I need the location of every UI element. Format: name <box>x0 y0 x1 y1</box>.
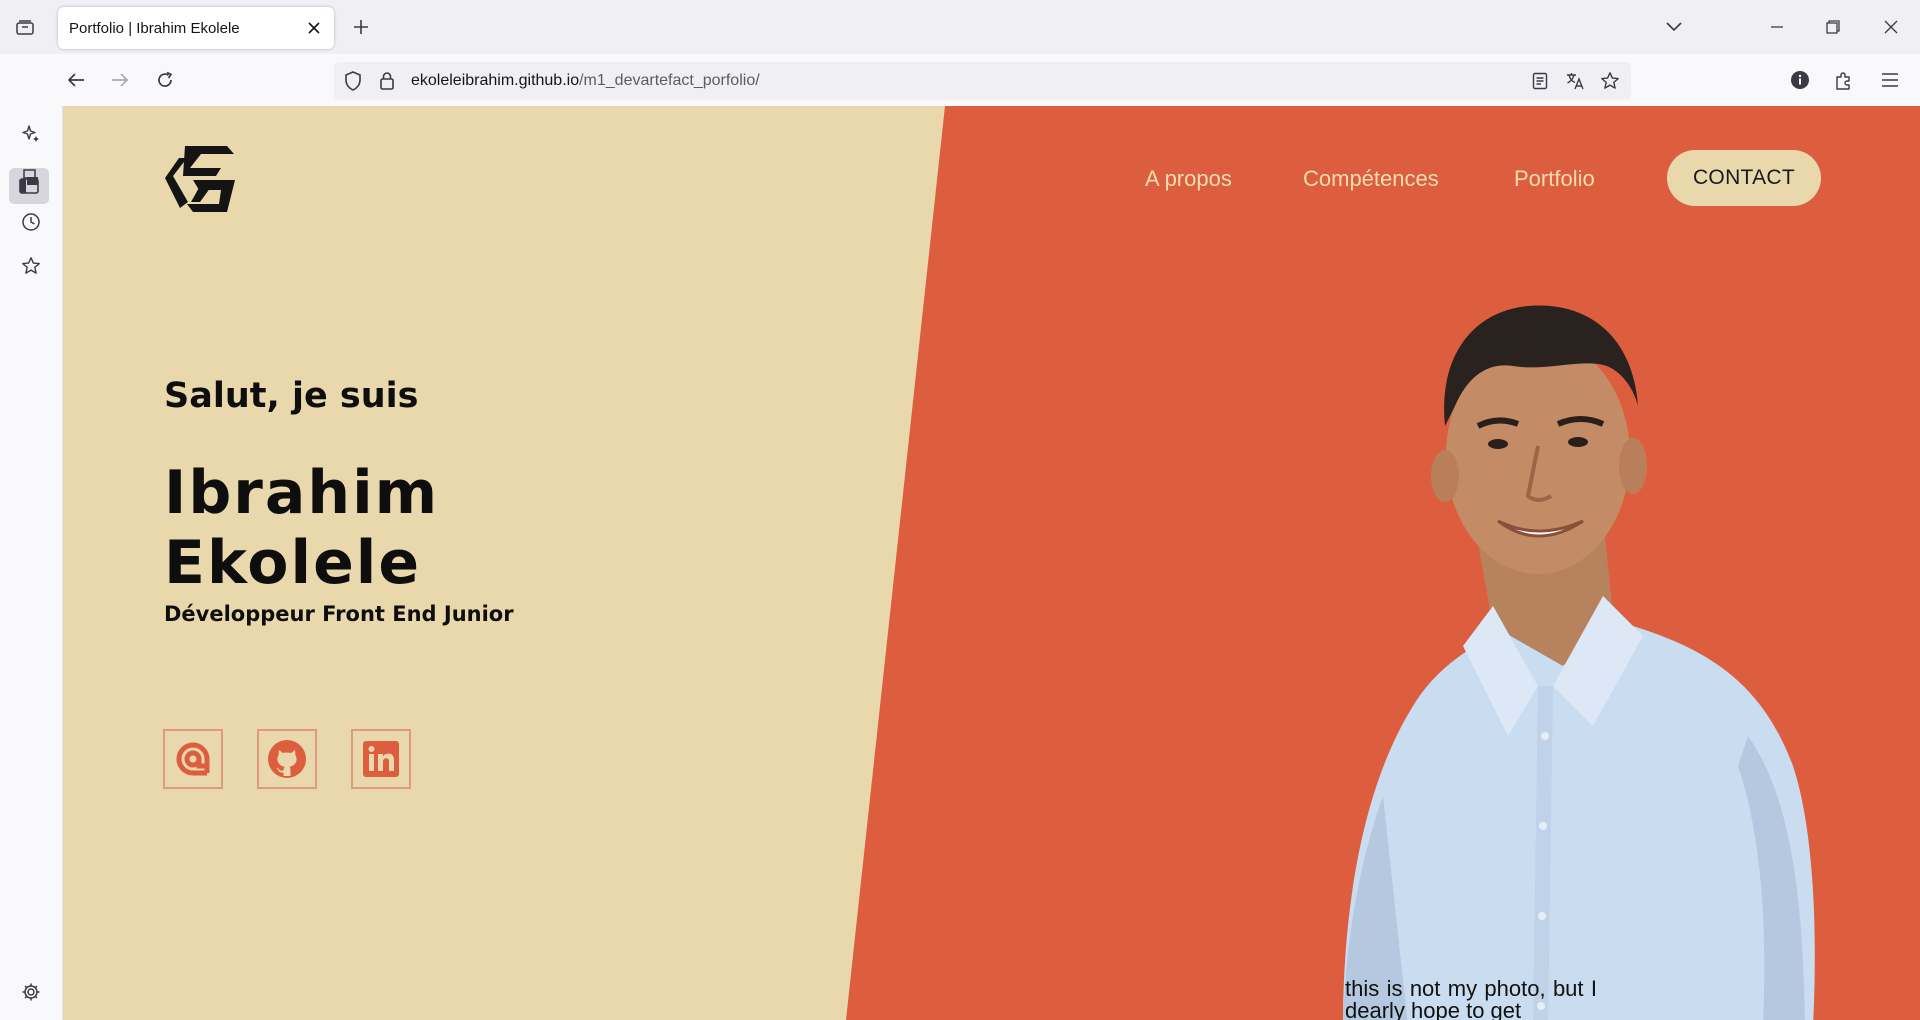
photo-caption: this is not my photo, but I dearly hope … <box>1345 976 1597 1020</box>
github-link[interactable] <box>257 729 317 789</box>
browser-tab-strip: Portfolio | Ibrahim Ekolele <box>0 0 1920 54</box>
reload-icon[interactable] <box>149 64 181 96</box>
nav-link-competences[interactable]: Compétences <box>1303 166 1439 192</box>
minimize-icon[interactable] <box>1763 13 1791 41</box>
tab-overview-icon[interactable] <box>11 13 39 41</box>
hero-greeting: Salut, je suis <box>164 376 419 416</box>
new-tab-icon[interactable] <box>347 13 375 41</box>
portfolio-page: A propos Compétences Portfolio CONTACT S… <box>63 106 1920 1020</box>
synced-tabs-icon[interactable] <box>17 164 45 192</box>
back-icon[interactable] <box>60 64 92 96</box>
site-logo[interactable] <box>163 144 238 214</box>
history-icon[interactable] <box>17 208 45 236</box>
hero-last-name: Ekolele <box>164 528 422 598</box>
list-tabs-icon[interactable] <box>1660 13 1688 41</box>
hero-first-name: Ibrahim <box>164 458 440 528</box>
bookmarks-icon[interactable] <box>17 252 45 280</box>
nav-link-portfolio[interactable]: Portfolio <box>1514 166 1595 192</box>
restore-icon[interactable] <box>1819 13 1847 41</box>
active-tab[interactable]: Portfolio | Ibrahim Ekolele <box>58 7 334 49</box>
nav-link-a-propos[interactable]: A propos <box>1145 166 1232 192</box>
tracking-protection-icon[interactable] <box>342 70 364 92</box>
email-link[interactable] <box>163 729 223 789</box>
url-text[interactable]: ekoleleibrahim.github.io/m1_devartefact_… <box>411 72 760 90</box>
forward-icon[interactable] <box>104 64 136 96</box>
bookmark-star-icon[interactable] <box>1599 70 1621 92</box>
github-icon <box>268 740 306 778</box>
privacy-info-icon[interactable] <box>1788 68 1812 92</box>
email-icon <box>176 742 210 776</box>
portrait-photo <box>1343 305 1815 1020</box>
lock-icon[interactable] <box>376 70 398 92</box>
app-menu-icon[interactable] <box>1878 68 1902 92</box>
url-path: /m1_devartefact_porfolio/ <box>579 72 760 89</box>
tab-title: Portfolio | Ibrahim Ekolele <box>69 20 240 37</box>
url-host: ekoleleibrahim.github.io <box>411 72 580 89</box>
translate-icon[interactable] <box>1564 70 1586 92</box>
linkedin-icon <box>363 741 399 777</box>
close-tab-icon[interactable] <box>302 16 326 40</box>
settings-gear-icon[interactable] <box>17 978 45 1006</box>
ai-chatbot-icon[interactable] <box>17 120 45 148</box>
contact-button[interactable]: CONTACT <box>1667 150 1821 206</box>
extensions-icon[interactable] <box>1832 68 1856 92</box>
reader-view-icon[interactable] <box>1529 70 1551 92</box>
linkedin-link[interactable] <box>351 729 411 789</box>
browser-sidebar <box>0 106 63 1020</box>
close-window-icon[interactable] <box>1877 13 1905 41</box>
address-bar[interactable]: ekoleleibrahim.github.io/m1_devartefact_… <box>334 62 1631 100</box>
hero-role: Développeur Front End Junior <box>164 602 514 626</box>
